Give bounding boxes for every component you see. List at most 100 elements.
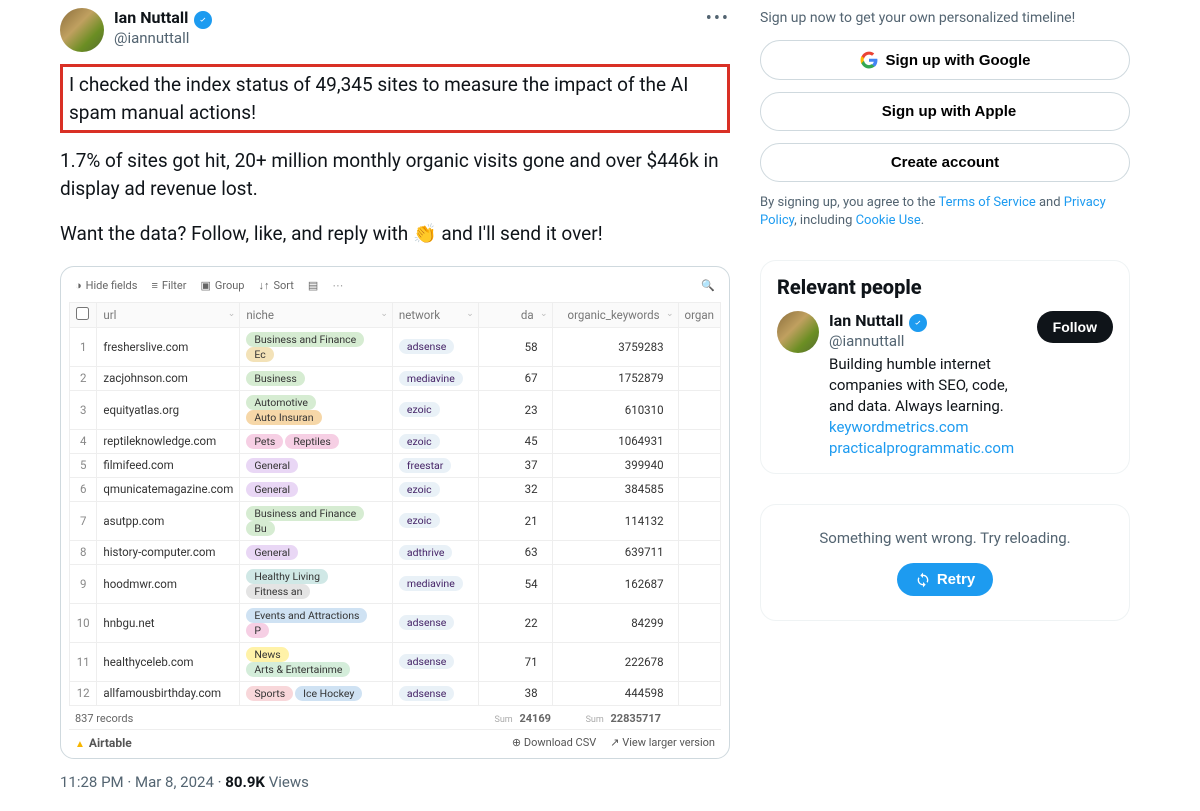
- row-index: 4: [70, 429, 97, 453]
- cell-niche: SportsIce Hockey: [240, 681, 393, 705]
- cell-niche: Business and FinanceBu: [240, 501, 393, 540]
- airtable-brand[interactable]: Airtable: [75, 736, 132, 750]
- color-button[interactable]: ▤: [308, 279, 318, 292]
- cell-url: fresherslive.com: [97, 327, 240, 366]
- cell-network: adthrive: [392, 540, 478, 564]
- cell-network: mediavine: [392, 564, 478, 603]
- cell-url: filmifeed.com: [97, 453, 240, 477]
- cell-da: 45: [478, 429, 552, 453]
- table-row[interactable]: 5filmifeed.comGeneralfreestar37399940: [70, 453, 721, 477]
- cell-network: freestar: [392, 453, 478, 477]
- col-da[interactable]: da⌄: [478, 302, 552, 327]
- cell-niche: General: [240, 453, 393, 477]
- timestamp[interactable]: 11:28 PM · Mar 8, 2024: [60, 773, 214, 791]
- cell-niche: AutomotiveAuto Insuran: [240, 390, 393, 429]
- bio-link-2[interactable]: practicalprogrammatic.com: [829, 439, 1014, 457]
- table-row[interactable]: 7asutpp.comBusiness and FinanceBuezoic21…: [70, 501, 721, 540]
- col-organic-keywords[interactable]: organic_keywords⌄: [552, 302, 678, 327]
- cell-niche: Events and AttractionsP: [240, 603, 393, 642]
- cell-network: adsense: [392, 681, 478, 705]
- table-row[interactable]: 9hoodmwr.comHealthy LivingFitness anmedi…: [70, 564, 721, 603]
- cell-organic-keywords: 639711: [552, 540, 678, 564]
- cell-url: asutpp.com: [97, 501, 240, 540]
- group-button[interactable]: ▣Group: [200, 279, 244, 292]
- tweet-line-2: 1.7% of sites got hit, 20+ million month…: [60, 147, 730, 202]
- follow-button[interactable]: Follow: [1037, 311, 1113, 343]
- cell-network: ezoic: [392, 477, 478, 501]
- row-index: 6: [70, 477, 97, 501]
- cell-da: 32: [478, 477, 552, 501]
- sort-icon: ↓↑: [259, 279, 270, 292]
- cell-niche: NewsArts & Entertainme: [240, 642, 393, 681]
- row-index: 2: [70, 366, 97, 390]
- cell-organic-keywords: 1064931: [552, 429, 678, 453]
- bio-link-1[interactable]: keywordmetrics.com: [829, 418, 969, 436]
- sort-button[interactable]: ↓↑Sort: [259, 279, 294, 292]
- table-row[interactable]: 10hnbgu.netEvents and AttractionsPadsens…: [70, 603, 721, 642]
- person-bio: Building humble internet companies with …: [829, 354, 1027, 459]
- cell-network: adsense: [392, 327, 478, 366]
- row-index: 1: [70, 327, 97, 366]
- error-panel: Something went wrong. Try reloading. Ret…: [760, 504, 1130, 621]
- avatar[interactable]: [60, 8, 104, 52]
- col-network[interactable]: network⌄: [392, 302, 478, 327]
- cell-da: 58: [478, 327, 552, 366]
- retry-button[interactable]: Retry: [897, 563, 993, 596]
- cell-url: healthyceleb.com: [97, 642, 240, 681]
- table-row[interactable]: 3equityatlas.orgAutomotiveAuto Insuranez…: [70, 390, 721, 429]
- cell-organic-keywords: 162687: [552, 564, 678, 603]
- tos-link[interactable]: Terms of Service: [939, 195, 1036, 210]
- filter-button[interactable]: ≡Filter: [151, 279, 186, 292]
- cell-da: 21: [478, 501, 552, 540]
- clap-emoji-icon: 👏: [413, 222, 437, 245]
- download-csv-button[interactable]: ⊕ Download CSV: [512, 736, 596, 749]
- cell-url: zacjohnson.com: [97, 366, 240, 390]
- col-url[interactable]: url⌄: [97, 302, 240, 327]
- more-options-button[interactable]: •••: [706, 8, 730, 29]
- cell-niche: General: [240, 540, 393, 564]
- cell-organic-keywords: 84299: [552, 603, 678, 642]
- signup-google-button[interactable]: Sign up with Google: [760, 40, 1130, 80]
- author-handle[interactable]: @iannuttall: [114, 29, 212, 47]
- row-index: 3: [70, 390, 97, 429]
- eye-icon: ◑: [75, 279, 82, 292]
- cell-niche: General: [240, 477, 393, 501]
- create-account-button[interactable]: Create account: [760, 143, 1130, 182]
- cell-organic-keywords: 1752879: [552, 366, 678, 390]
- data-table: url⌄ niche⌄ network⌄ da⌄ organic_keyword…: [69, 302, 721, 706]
- table-row[interactable]: 8history-computer.comGeneraladthrive6363…: [70, 540, 721, 564]
- table-row[interactable]: 1fresherslive.comBusiness and FinanceEca…: [70, 327, 721, 366]
- col-organic[interactable]: organ: [678, 302, 720, 327]
- cell-organic-keywords: 114132: [552, 501, 678, 540]
- cell-niche: Business and FinanceEc: [240, 327, 393, 366]
- person-handle[interactable]: @iannuttall: [829, 332, 1027, 350]
- tweet-body: I checked the index status of 49,345 sit…: [60, 64, 730, 248]
- verified-badge-icon: [909, 314, 927, 332]
- table-row[interactable]: 2zacjohnson.comBusinessmediavine67175287…: [70, 366, 721, 390]
- row-index: 5: [70, 453, 97, 477]
- col-niche[interactable]: niche⌄: [240, 302, 393, 327]
- cell-url: hoodmwr.com: [97, 564, 240, 603]
- table-row[interactable]: 4reptileknowledge.comPetsReptilesezoic45…: [70, 429, 721, 453]
- signup-disclaimer: By signing up, you agree to the Terms of…: [760, 194, 1130, 230]
- cell-organic-keywords: 222678: [552, 642, 678, 681]
- table-row[interactable]: 11healthyceleb.comNewsArts & Entertainme…: [70, 642, 721, 681]
- hide-fields-button[interactable]: ◑Hide fields: [75, 279, 137, 292]
- search-icon[interactable]: 🔍: [701, 279, 715, 292]
- cell-organic-keywords: 3759283: [552, 327, 678, 366]
- signup-apple-button[interactable]: Sign up with Apple: [760, 92, 1130, 131]
- person-name: Ian Nuttall: [829, 311, 903, 330]
- cell-da: 63: [478, 540, 552, 564]
- cell-niche: Business: [240, 366, 393, 390]
- view-count: 80.9K: [225, 773, 265, 791]
- view-larger-button[interactable]: ↗ View larger version: [610, 736, 715, 749]
- avatar[interactable]: [777, 311, 819, 353]
- cell-da: 22: [478, 603, 552, 642]
- table-footer: 837 records Sum 24169 Sum 22835717: [69, 706, 721, 727]
- table-row[interactable]: 12allfamousbirthday.comSportsIce Hockeya…: [70, 681, 721, 705]
- cell-organic-keywords: 399940: [552, 453, 678, 477]
- table-row[interactable]: 6qmunicatemagazine.comGeneralezoic323845…: [70, 477, 721, 501]
- cookie-link[interactable]: Cookie Use: [856, 213, 921, 228]
- author-name-row[interactable]: Ian Nuttall: [114, 8, 212, 29]
- col-checkbox[interactable]: [70, 302, 97, 327]
